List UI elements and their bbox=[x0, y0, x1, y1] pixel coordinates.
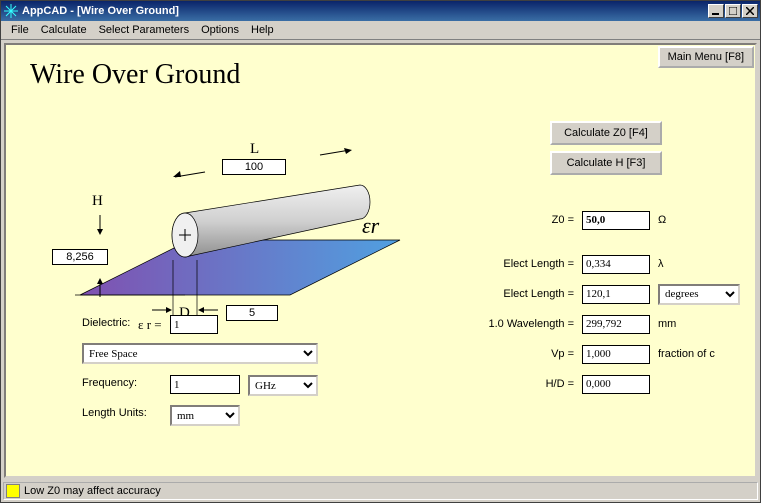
status-swatch bbox=[6, 484, 20, 498]
app-icon bbox=[3, 3, 19, 19]
label-elect-length-1: Elect Length = bbox=[466, 258, 582, 270]
menu-help[interactable]: Help bbox=[245, 22, 280, 38]
label-vp: Vp = bbox=[466, 348, 582, 360]
unit-z0: Ω bbox=[650, 214, 666, 226]
label-L: L bbox=[250, 141, 259, 158]
row-elect-length-deg: Elect Length = degrees bbox=[466, 283, 746, 305]
label-dielectric: Dielectric: bbox=[82, 317, 130, 329]
value-elect-length-1[interactable] bbox=[582, 255, 650, 274]
right-column: Calculate Z0 [F4] Calculate H [F3] Z0 = … bbox=[466, 121, 746, 403]
value-elect-length-2[interactable] bbox=[582, 285, 650, 304]
label-epsilon-r: εr bbox=[362, 213, 379, 239]
calculate-z0-button[interactable]: Calculate Z0 [F4] bbox=[550, 121, 662, 145]
select-length-unit[interactable]: mm bbox=[170, 405, 240, 426]
unit-elect-length-1: λ bbox=[650, 258, 664, 270]
input-D[interactable] bbox=[226, 305, 278, 321]
label-frequency: Frequency: bbox=[82, 377, 137, 389]
row-wavelength: 1.0 Wavelength = mm bbox=[466, 313, 746, 335]
main-menu-button[interactable]: Main Menu [F8] bbox=[658, 46, 754, 68]
label-z0: Z0 = bbox=[466, 214, 582, 226]
diagram-svg bbox=[30, 105, 410, 325]
minimize-button[interactable] bbox=[708, 4, 724, 18]
row-z0: Z0 = Ω bbox=[466, 209, 746, 231]
label-hd: H/D = bbox=[466, 378, 582, 390]
label-er-eq: ε r = bbox=[138, 317, 162, 333]
select-dielectric[interactable]: Free Space bbox=[82, 343, 318, 364]
value-hd[interactable] bbox=[582, 375, 650, 394]
value-z0[interactable] bbox=[582, 211, 650, 230]
menu-calculate[interactable]: Calculate bbox=[35, 22, 93, 38]
input-L[interactable] bbox=[222, 159, 286, 175]
unit-vp: fraction of c bbox=[650, 348, 715, 360]
value-vp[interactable] bbox=[582, 345, 650, 364]
select-elect-length-unit[interactable]: degrees bbox=[658, 284, 740, 305]
statusbar: Low Z0 may affect accuracy bbox=[3, 482, 758, 500]
label-length-units: Length Units: bbox=[82, 407, 147, 419]
menu-options[interactable]: Options bbox=[195, 22, 245, 38]
status-text: Low Z0 may affect accuracy bbox=[24, 485, 161, 497]
label-H: H bbox=[92, 193, 103, 210]
row-hd: H/D = bbox=[466, 373, 746, 395]
calculate-h-button[interactable]: Calculate H [F3] bbox=[550, 151, 662, 175]
select-frequency-unit[interactable]: GHz bbox=[248, 375, 318, 396]
label-elect-length-2: Elect Length = bbox=[466, 288, 582, 300]
titlebar: AppCAD - [Wire Over Ground] bbox=[1, 1, 760, 21]
unit-wavelength: mm bbox=[650, 318, 676, 330]
row-elect-length-lambda: Elect Length = λ bbox=[466, 253, 746, 275]
input-er[interactable] bbox=[170, 315, 218, 334]
content-area: Main Menu [F8] Wire Over Ground bbox=[4, 43, 757, 478]
window-title: AppCAD - [Wire Over Ground] bbox=[22, 5, 708, 17]
menubar: File Calculate Select Parameters Options… bbox=[1, 21, 760, 40]
label-wavelength: 1.0 Wavelength = bbox=[466, 318, 582, 330]
close-button[interactable] bbox=[742, 4, 758, 18]
wire-over-ground-diagram: L H D εr bbox=[30, 105, 410, 325]
menu-select-parameters[interactable]: Select Parameters bbox=[93, 22, 195, 38]
value-wavelength[interactable] bbox=[582, 315, 650, 334]
window-controls bbox=[708, 4, 758, 18]
input-H[interactable] bbox=[52, 249, 108, 265]
maximize-button[interactable] bbox=[725, 4, 741, 18]
input-frequency[interactable] bbox=[170, 375, 240, 394]
row-vp: Vp = fraction of c bbox=[466, 343, 746, 365]
menu-file[interactable]: File bbox=[5, 22, 35, 38]
page-title: Wire Over Ground bbox=[30, 59, 240, 91]
app-window: AppCAD - [Wire Over Ground] File Calcula… bbox=[0, 0, 761, 503]
